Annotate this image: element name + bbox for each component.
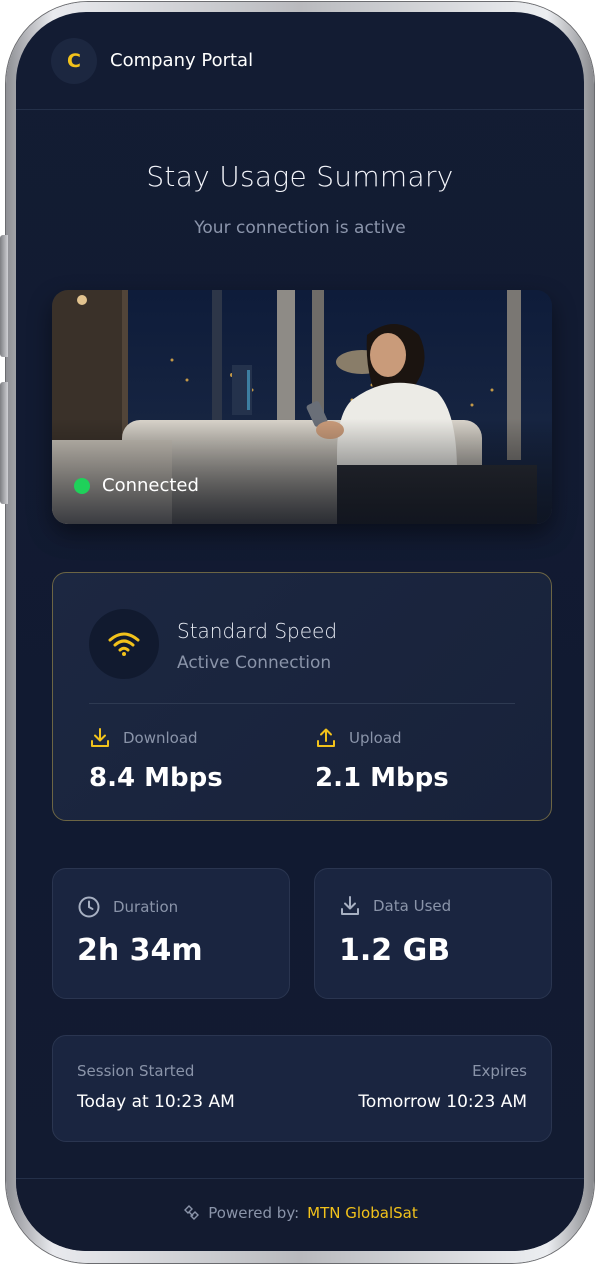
download-icon <box>341 896 359 915</box>
upload-value: 2.1 Mbps <box>315 763 449 793</box>
session-started-label: Session Started <box>77 1062 195 1080</box>
download-value: 8.4 Mbps <box>89 763 223 793</box>
volume-up-button[interactable] <box>0 235 8 357</box>
status-dot-icon <box>74 477 90 494</box>
data-used-card: Data Used 1.2 GB <box>314 868 552 999</box>
upload-metric: Upload 2.1 Mbps <box>315 727 449 793</box>
wifi-icon <box>108 632 140 656</box>
upload-icon <box>317 728 335 747</box>
speed-tier-subtitle: Active Connection <box>177 653 332 673</box>
speed-card: Standard Speed Active Connection Downloa… <box>52 572 552 821</box>
app-title: Company Portal <box>110 50 254 71</box>
download-label: Download <box>123 729 198 747</box>
speed-tier-title: Standard Speed <box>177 619 338 643</box>
duration-label: Duration <box>113 898 179 916</box>
company-logo[interactable]: C <box>51 38 97 84</box>
connection-status: Connected <box>74 475 199 496</box>
duration-card: Duration 2h 34m <box>52 868 290 999</box>
connection-status-label: Connected <box>102 475 199 496</box>
app-header: C Company Portal <box>16 12 584 110</box>
expires-label: Expires <box>472 1062 527 1080</box>
session-start: Session Started Today at 10:23 AM <box>77 1062 235 1112</box>
screen: C Company Portal Stay Usage Summary Your… <box>16 12 584 1251</box>
session-started-value: Today at 10:23 AM <box>77 1092 235 1112</box>
session-card: Session Started Today at 10:23 AM Expire… <box>52 1035 552 1142</box>
clock-icon <box>78 896 100 918</box>
hero-image: Connected <box>52 290 552 524</box>
expires-value: Tomorrow 10:23 AM <box>358 1092 527 1112</box>
data-used-value: 1.2 GB <box>339 933 451 968</box>
volume-down-button[interactable] <box>0 382 8 504</box>
page-subtitle: Your connection is active <box>194 218 406 238</box>
download-metric: Download 8.4 Mbps <box>89 727 223 793</box>
page-title: Stay Usage Summary <box>146 160 454 193</box>
duration-value: 2h 34m <box>77 933 203 968</box>
powered-by-label: Powered by: <box>208 1204 300 1222</box>
upload-label: Upload <box>349 729 402 747</box>
data-used-label: Data Used <box>373 897 452 915</box>
session-expiry: Expires Tomorrow 10:23 AM <box>358 1062 527 1112</box>
provider-brand-link[interactable]: MTN GlobalSat <box>307 1204 418 1222</box>
wifi-icon-container <box>89 609 159 679</box>
satellite-icon <box>184 1205 200 1220</box>
divider <box>89 703 515 704</box>
footer: Powered by: MTN GlobalSat <box>16 1178 584 1251</box>
download-icon <box>91 728 109 747</box>
